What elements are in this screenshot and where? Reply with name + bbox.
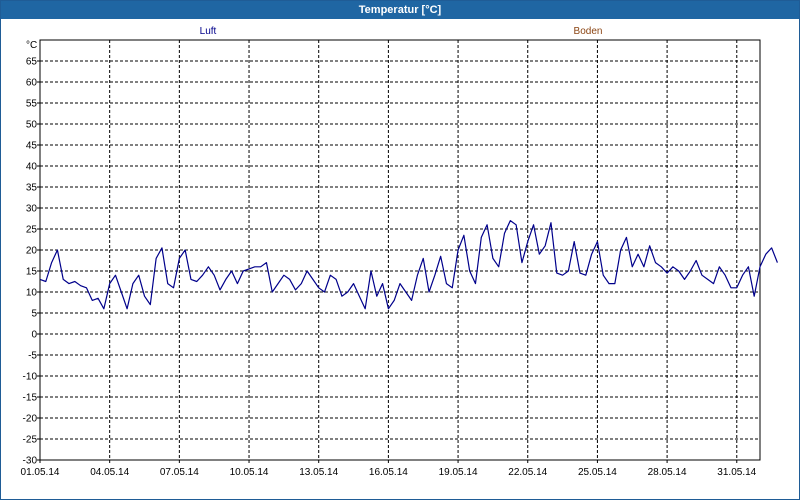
x-tick-label: 28.05.14 [648,467,687,478]
y-tick-label: 20 [26,246,38,257]
x-tick-label: 16.05.14 [369,467,408,478]
y-tick-label: -15 [23,393,38,404]
y-tick-label: 30 [26,204,38,215]
x-tick-label: 22.05.14 [508,467,547,478]
y-tick-label: 10 [26,288,38,299]
x-tick-label: 07.05.14 [160,467,199,478]
temperature-chart: Luft Boden °C -30 -25 -20 -15 -10 -5 0 5 10 15 20 2… [21,26,778,478]
y-tick-label: 55 [26,99,38,110]
x-tick-label: 19.05.14 [439,467,478,478]
x-tick-label: 13.05.14 [299,467,338,478]
y-tick-label: 15 [26,267,38,278]
y-tick-label: 0 [31,330,37,341]
y-tick-label: 5 [31,309,37,320]
y-tick-label: 45 [26,141,38,152]
x-tick-label: 04.05.14 [90,467,129,478]
y-tick-label: 40 [26,162,38,173]
y-tick-label: -20 [23,414,38,425]
y-tick-label: 50 [26,120,38,131]
y-tick-label: 65 [26,57,38,68]
y-axis-unit-label: °C [26,40,37,51]
y-tick-label: -10 [23,372,38,383]
legend-boden-label: Boden [574,26,603,37]
y-tick-label: 60 [26,78,38,89]
y-tick-label: -30 [23,456,38,467]
y-tick-label: -25 [23,435,38,446]
y-tick-label: -5 [28,351,37,362]
x-tick-label: 10.05.14 [230,467,269,478]
y-tick-label: 25 [26,225,38,236]
x-tick-label: 01.05.14 [21,467,60,478]
x-tick-label: 25.05.14 [578,467,617,478]
legend-luft-label: Luft [200,26,217,37]
x-tick-label: 31.05.14 [717,467,756,478]
y-tick-label: 35 [26,183,38,194]
